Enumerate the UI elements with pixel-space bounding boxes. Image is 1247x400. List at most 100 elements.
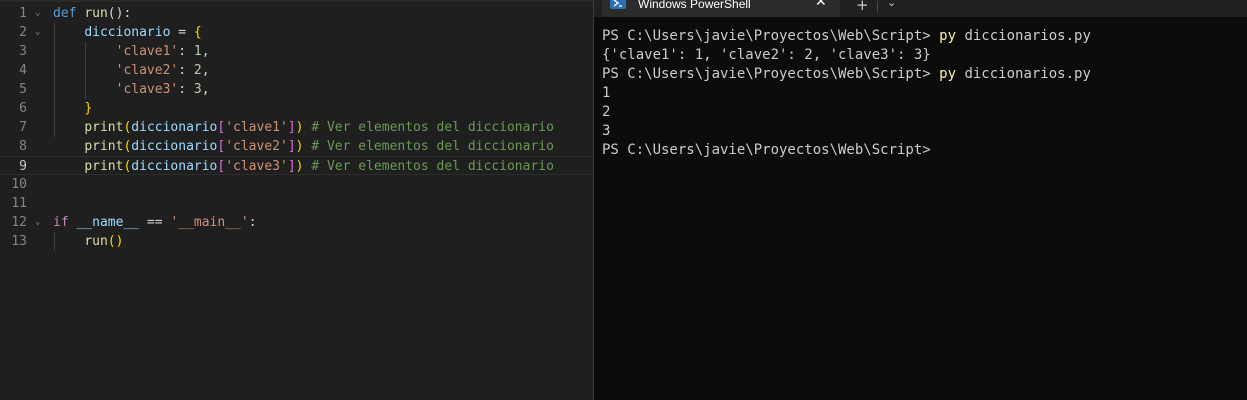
terminal-line: PS C:\Users\javie\Proyectos\Web\Script> xyxy=(602,141,1091,160)
terminal-prompt: 1 xyxy=(602,85,611,101)
code-token: '__main__' xyxy=(170,215,249,230)
terminal-prompt: 2 xyxy=(602,104,611,120)
code-token: 'clave3' xyxy=(225,159,288,174)
tab-title: Windows PowerShell xyxy=(638,0,751,11)
tab-separator xyxy=(877,1,878,13)
terminal-prompt: PS C:\Users\javie\Proyectos\Web\Script> xyxy=(602,142,931,158)
terminal-prompt: 3 xyxy=(602,123,611,139)
code-token: , xyxy=(201,82,210,97)
code-line[interactable]: 11 xyxy=(0,194,593,213)
line-number: 9 xyxy=(19,159,27,174)
code-line[interactable]: 7 print(diccionario['clave1']) # Ver ele… xyxy=(0,118,593,137)
fold-chevron-icon[interactable]: ⌄ xyxy=(35,23,45,42)
code-token: , xyxy=(201,63,210,78)
powershell-icon xyxy=(610,0,626,9)
chevron-down-icon[interactable]: ⌄ xyxy=(887,0,896,9)
line-number: 8 xyxy=(19,139,27,154)
terminal-command: py xyxy=(939,28,957,44)
code-text: 'clave3': 3, xyxy=(53,80,210,99)
terminal-tab-bar: Windows PowerShell ✕ + ⌄ xyxy=(594,0,1247,17)
code-token: : xyxy=(248,215,257,230)
terminal-output[interactable]: PS C:\Users\javie\Proyectos\Web\Script> … xyxy=(602,27,1091,160)
code-line[interactable]: 4 'clave2': 2, xyxy=(0,61,593,80)
code-token: 'clave2' xyxy=(225,139,288,154)
code-line[interactable]: 9 print(diccionario['clave3']) # Ver ele… xyxy=(0,156,593,175)
close-tab-icon[interactable]: ✕ xyxy=(815,0,827,10)
code-line[interactable]: 1 ⌄ def run(): xyxy=(0,4,593,23)
code-token: { xyxy=(193,25,202,40)
code-token: ] xyxy=(287,159,296,174)
line-number: 1 xyxy=(19,6,27,21)
code-text: print(diccionario['clave1']) # Ver eleme… xyxy=(53,118,554,137)
code-token: ] xyxy=(287,120,296,135)
line-number: 13 xyxy=(11,234,27,249)
line-number: 3 xyxy=(19,44,27,59)
code-token: : xyxy=(178,44,194,59)
code-token: 'clave3' xyxy=(115,82,179,97)
code-token: , xyxy=(201,44,210,59)
code-token: (): xyxy=(107,6,132,21)
code-text: diccionario = { xyxy=(53,23,202,42)
code-line[interactable]: 2 ⌄ diccionario = { xyxy=(0,23,593,42)
code-text: 'clave2': 2, xyxy=(53,61,210,80)
code-token: # Ver elementos del diccionario xyxy=(311,159,554,174)
code-token: 3 xyxy=(193,82,202,97)
code-token: diccionario xyxy=(131,139,218,154)
code-text: print(diccionario['clave3']) # Ver eleme… xyxy=(53,157,554,176)
code-line[interactable]: 8 print(diccionario['clave2']) # Ver ele… xyxy=(0,137,593,156)
terminal-prompt: PS C:\Users\javie\Proyectos\Web\Script> xyxy=(602,66,940,82)
code-token: __name__ xyxy=(76,215,140,230)
powershell-terminal[interactable]: Windows PowerShell ✕ + ⌄ PS C:\Users\jav… xyxy=(594,0,1247,400)
terminal-line: 2 xyxy=(602,103,1091,122)
code-line[interactable]: 13 run() xyxy=(0,232,593,251)
code-line[interactable]: 12 ⌄ if __name__ == '__main__': xyxy=(0,213,593,232)
terminal-argument: diccionarios.py xyxy=(956,66,1091,82)
code-line[interactable]: 3 'clave1': 1, xyxy=(0,42,593,61)
code-editor[interactable]: 1 ⌄ def run(): 2 ⌄ diccionario = {3 'clave1'… xyxy=(0,0,593,400)
code-text: 'clave1': 1, xyxy=(53,42,210,61)
code-line[interactable]: 10 xyxy=(0,175,593,194)
new-tab-button[interactable]: + xyxy=(856,0,869,14)
code-line[interactable]: 6 } xyxy=(0,99,593,118)
code-token: diccionario xyxy=(84,25,171,40)
line-number: 7 xyxy=(19,120,27,135)
code-token: run xyxy=(84,234,108,249)
tab-windows-powershell[interactable]: Windows PowerShell ✕ xyxy=(602,0,840,17)
code-token: 'clave1' xyxy=(225,120,288,135)
fold-chevron-icon[interactable]: ⌄ xyxy=(35,4,45,23)
code-token: } xyxy=(84,101,93,116)
line-number: 12 xyxy=(11,215,27,230)
code-token: = xyxy=(170,25,194,40)
fold-chevron-icon[interactable]: ⌄ xyxy=(35,213,45,232)
terminal-line: PS C:\Users\javie\Proyectos\Web\Script> … xyxy=(602,27,1091,46)
code-token: # Ver elementos del diccionario xyxy=(311,120,554,135)
code-token: # Ver elementos del diccionario xyxy=(311,139,554,154)
code-token: 'clave2' xyxy=(115,63,179,78)
code-line[interactable]: 5 'clave3': 3, xyxy=(0,80,593,99)
code-token: : xyxy=(178,82,194,97)
code-text: def run(): xyxy=(53,4,131,23)
code-token: 2 xyxy=(193,63,202,78)
terminal-prompt: PS C:\Users\javie\Proyectos\Web\Script> xyxy=(602,28,940,44)
code-token: : xyxy=(178,63,194,78)
line-number: 2 xyxy=(19,25,27,40)
code-token: if xyxy=(53,215,77,230)
code-token: run xyxy=(84,6,108,21)
terminal-argument: diccionarios.py xyxy=(956,28,1091,44)
line-number: 11 xyxy=(11,196,27,211)
code-text: } xyxy=(53,99,92,118)
terminal-line: 1 xyxy=(602,84,1091,103)
code-token: def xyxy=(53,6,85,21)
line-number: 10 xyxy=(11,177,27,192)
terminal-line: 3 xyxy=(602,122,1091,141)
terminal-line: {'clave1': 1, 'clave2': 2, 'clave3': 3} xyxy=(602,46,1091,65)
code-token: print xyxy=(84,139,124,154)
terminal-line: PS C:\Users\javie\Proyectos\Web\Script> … xyxy=(602,65,1091,84)
